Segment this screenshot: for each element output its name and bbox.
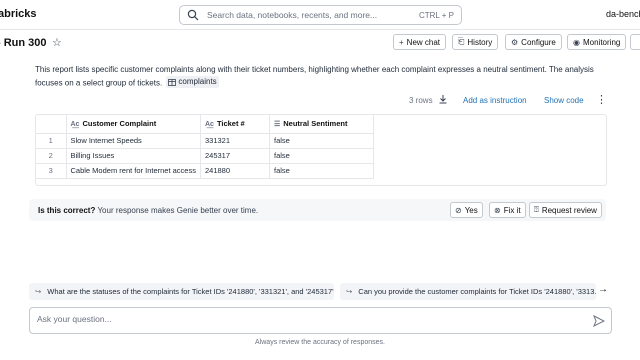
gear-icon: ⚙ (511, 37, 519, 47)
cell-ticket[interactable]: 331321 (200, 133, 270, 149)
ask-question-box (29, 307, 612, 334)
feedback-bar: Is this correct? Your response makes Gen… (29, 199, 606, 221)
new-chat-label: New chat (406, 37, 441, 47)
table-icon (168, 78, 177, 86)
eye-icon: ◉ (573, 37, 580, 47)
workspace-name[interactable]: da-bench (606, 9, 640, 19)
cell-neutral[interactable]: false (269, 148, 374, 164)
result-table-container: A͟c Customer Complaint A͟c Ticket # ☰ Neutr… (35, 114, 607, 186)
table-chip-label: complaints (178, 77, 217, 86)
search-icon (187, 9, 199, 21)
row-index: 1 (36, 133, 67, 149)
suggestion-chip[interactable]: ↪ Can you provide the customer complaint… (340, 283, 596, 300)
configure-label: Configure (521, 37, 556, 47)
search-shortcut: CTRL + P (418, 10, 454, 20)
cell-neutral[interactable]: false (269, 163, 374, 179)
ask-question-input[interactable] (37, 314, 577, 324)
monitoring-button[interactable]: ◉ Monitoring (567, 34, 627, 50)
row-count: 3 rows (409, 96, 433, 105)
monitoring-label: Monitoring (582, 37, 621, 47)
chat-bubble-icon: ⍰ (534, 205, 539, 214)
result-table: A͟c Customer Complaint A͟c Ticket # ☰ Neutr… (36, 115, 374, 179)
row-index: 2 (36, 148, 67, 164)
message-text: This report lists specific customer comp… (35, 65, 594, 88)
more-actions-button[interactable] (630, 34, 640, 50)
cell-neutral[interactable]: false (269, 133, 374, 149)
title-bar: - Run 300 ☆ + New chat ⎗ History ⚙ Confi… (0, 31, 640, 55)
yes-button[interactable]: ⊘ Yes (450, 202, 483, 218)
request-review-label: Request review (541, 205, 597, 215)
assistant-message: This report lists specific customer comp… (35, 64, 595, 90)
star-icon[interactable]: ☆ (52, 36, 62, 49)
history-icon: ⎗ (458, 37, 465, 46)
history-button[interactable]: ⎗ History (452, 34, 499, 50)
history-label: History (467, 37, 493, 47)
page-title: - Run 300 (0, 37, 47, 49)
suggestion-text: Can you provide the customer complaints … (358, 287, 596, 296)
show-code-link[interactable]: Show code (544, 96, 584, 105)
table-row: 1 Slow Internet Speeds 331321 false (36, 133, 374, 149)
fix-it-label: Fix it (503, 205, 521, 215)
reply-arrow-icon: ↪ (346, 287, 353, 296)
table-row: 3 Cable Modem rent for Internet access 2… (36, 163, 374, 179)
x-circle-icon: ⊗ (494, 205, 501, 215)
string-type-icon: A͟c (70, 121, 80, 129)
cell-ticket[interactable]: 245317 (200, 148, 270, 164)
top-bar: abricks Search data, notebooks, recents,… (0, 0, 640, 30)
cell-complaint[interactable]: Cable Modem rent for Internet access (66, 163, 201, 179)
column-header-ticket[interactable]: A͟c Ticket # (200, 115, 270, 134)
index-header (36, 115, 67, 134)
column-header-neutral-sentiment[interactable]: ☰ Neutral Sentiment (269, 115, 374, 134)
fix-it-button[interactable]: ⊗ Fix it (489, 202, 526, 218)
feedback-note: Your response makes Genie better over ti… (97, 206, 259, 215)
send-icon[interactable] (593, 315, 605, 327)
reply-arrow-icon: ↪ (35, 287, 42, 296)
download-icon[interactable] (438, 94, 448, 104)
cell-ticket[interactable]: 241880 (200, 163, 270, 179)
global-search[interactable]: Search data, notebooks, recents, and mor… (179, 5, 462, 25)
add-as-instruction-link[interactable]: Add as instruction (463, 96, 527, 105)
kebab-menu-icon[interactable]: ⋮ (596, 93, 607, 106)
column-header-complaint[interactable]: A͟c Customer Complaint (66, 115, 201, 134)
new-chat-button[interactable]: + New chat (393, 34, 447, 50)
table-header-row: A͟c Customer Complaint A͟c Ticket # ☰ Neutr… (36, 115, 374, 134)
scroll-right-arrow-icon[interactable]: → (598, 284, 608, 295)
cell-complaint[interactable]: Billing Issues (66, 148, 201, 164)
yes-label: Yes (464, 205, 478, 215)
row-index: 3 (36, 163, 67, 179)
cell-complaint[interactable]: Slow Internet Speeds (66, 133, 201, 149)
table-chip[interactable]: complaints (166, 76, 219, 88)
table-row: 2 Billing Issues 245317 false (36, 148, 374, 164)
plus-icon: + (399, 37, 404, 47)
check-circle-icon: ⊘ (455, 205, 462, 215)
feedback-text: Is this correct? Your response makes Gen… (38, 206, 258, 215)
boolean-type-icon: ☰ (273, 121, 281, 129)
suggestion-text: What are the statuses of the complaints … (47, 287, 334, 296)
brand-logo-text[interactable]: abricks (0, 8, 37, 20)
search-placeholder: Search data, notebooks, recents, and mor… (207, 10, 378, 20)
feedback-question: Is this correct? (38, 206, 96, 215)
request-review-button[interactable]: ⍰ Request review (529, 202, 602, 218)
suggestion-chip[interactable]: ↪ What are the statuses of the complaint… (29, 283, 334, 300)
string-type-icon: A͟c (204, 121, 214, 129)
configure-button[interactable]: ⚙ Configure (505, 34, 562, 50)
disclaimer-text: Always review the accuracy of responses. (255, 339, 385, 346)
